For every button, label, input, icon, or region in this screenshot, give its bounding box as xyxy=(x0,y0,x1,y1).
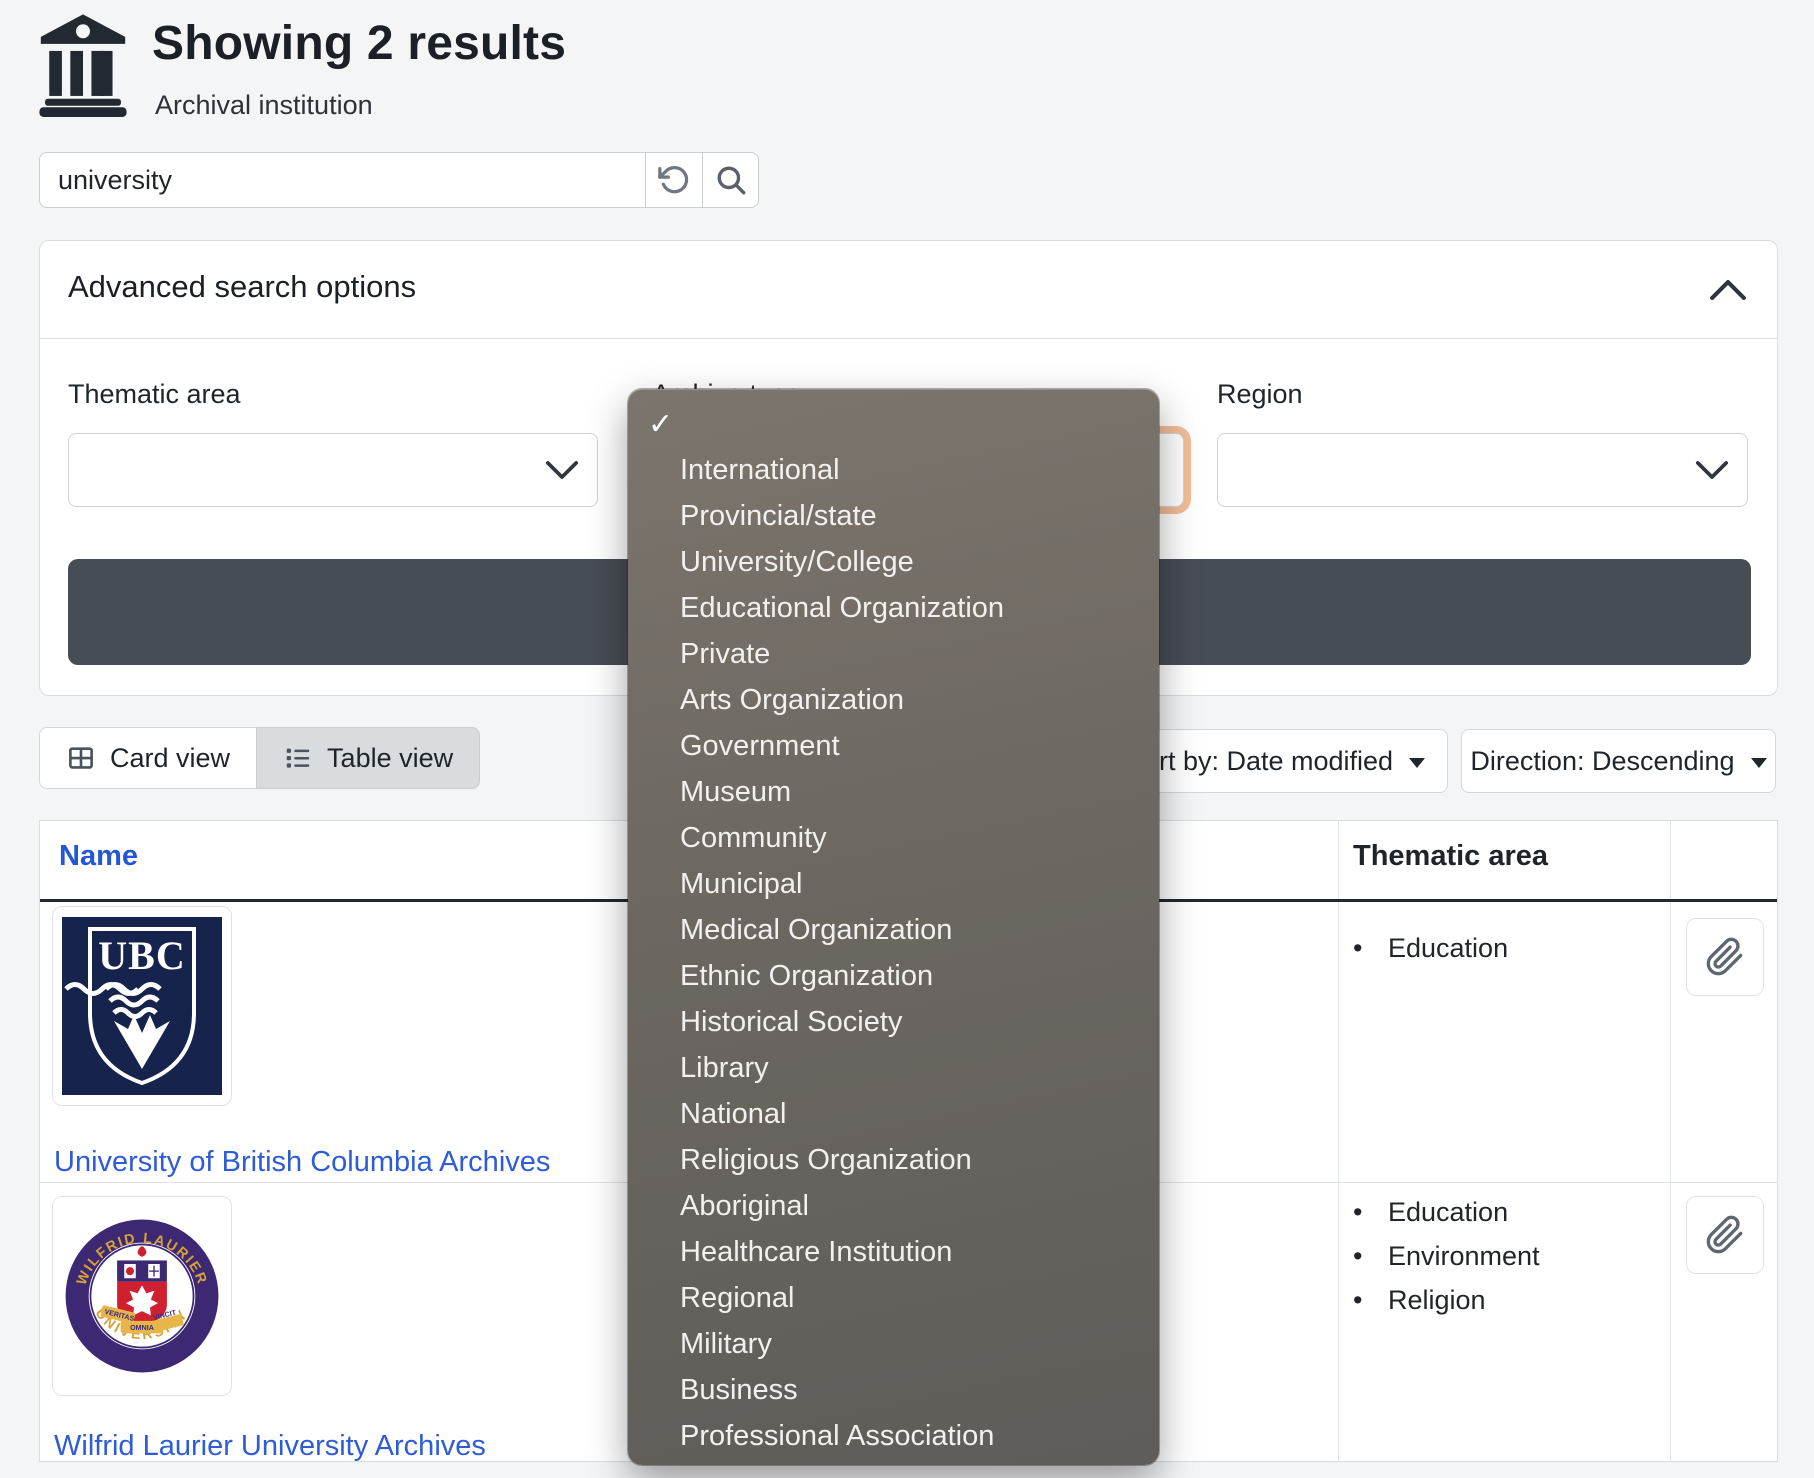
thematic-area-value: Education xyxy=(1388,1197,1508,1228)
thematic-area-value: Education xyxy=(1388,933,1508,964)
archive-type-dropdown-menu: ✓ International Provincial/state Univers… xyxy=(628,389,1159,1465)
chevron-up-icon xyxy=(1709,278,1741,302)
dropdown-option[interactable]: Community xyxy=(628,815,1159,861)
dropdown-option[interactable]: Military xyxy=(628,1321,1159,1367)
thematic-area-item: • Education xyxy=(1353,1194,1508,1230)
thematic-area-value: Environment xyxy=(1388,1241,1540,1272)
column-divider xyxy=(1338,821,1339,1461)
sort-by-label: Sort by: Date modified xyxy=(1126,746,1393,777)
region-select[interactable] xyxy=(1217,433,1748,507)
result-link[interactable]: Wilfrid Laurier University Archives xyxy=(54,1430,486,1463)
thematic-area-select[interactable] xyxy=(68,433,598,507)
bullet: • xyxy=(1353,1285,1388,1316)
chevron-down-icon xyxy=(1695,457,1729,483)
thematic-area-item: • Education xyxy=(1353,930,1508,966)
dropdown-option[interactable]: Private xyxy=(628,631,1159,677)
advanced-search-header: Advanced search options xyxy=(40,241,1777,339)
thematic-area-column-header: Thematic area xyxy=(1353,840,1548,873)
dropdown-option[interactable]: Religious Organization xyxy=(628,1137,1159,1183)
dropdown-option[interactable]: Regional xyxy=(628,1275,1159,1321)
search-input[interactable] xyxy=(39,152,645,208)
thematic-area-label: Thematic area xyxy=(68,379,241,410)
thematic-area-value: Religion xyxy=(1388,1285,1486,1316)
table-view-button[interactable]: Table view xyxy=(256,727,480,789)
dropdown-option[interactable]: University/College xyxy=(628,539,1159,585)
table-view-label: Table view xyxy=(327,743,453,774)
undo-icon xyxy=(657,163,691,197)
dropdown-option[interactable]: National xyxy=(628,1091,1159,1137)
dropdown-option[interactable]: Professional Association xyxy=(628,1413,1159,1459)
region-label: Region xyxy=(1217,379,1303,410)
dropdown-option[interactable]: Educational Organization xyxy=(628,585,1159,631)
dropdown-option[interactable]: Government xyxy=(628,723,1159,769)
column-divider xyxy=(1670,821,1671,1461)
wlu-motto-center: OMNIA xyxy=(130,1324,154,1332)
dropdown-option[interactable]: International xyxy=(628,447,1159,493)
dropdown-option-selected-blank[interactable]: ✓ xyxy=(628,401,1159,447)
wlu-logo[interactable]: WILFRID LAURIER UNIVERSITY VERITAS OMNIA… xyxy=(52,1196,232,1396)
dropdown-option[interactable]: Healthcare Institution xyxy=(628,1229,1159,1275)
dropdown-option[interactable]: Historical Society xyxy=(628,999,1159,1045)
page-subtitle: Archival institution xyxy=(155,90,373,121)
view-toggle: Card view Table view xyxy=(39,727,480,789)
institution-bank-icon xyxy=(38,12,128,118)
dropdown-option[interactable]: Library xyxy=(628,1045,1159,1091)
page-title: Showing 2 results xyxy=(152,16,566,71)
card-view-label: Card view xyxy=(110,743,230,774)
dropdown-option[interactable]: Aboriginal xyxy=(628,1183,1159,1229)
paperclip-icon xyxy=(1705,937,1745,977)
sort-direction-button[interactable]: Direction: Descending xyxy=(1461,729,1776,793)
paperclip-icon xyxy=(1705,1215,1745,1255)
checkmark-icon: ✓ xyxy=(628,407,673,442)
paperclip-button[interactable] xyxy=(1686,1196,1764,1274)
advanced-search-title: Advanced search options xyxy=(68,269,416,305)
bullet: • xyxy=(1353,933,1388,964)
dropdown-option[interactable]: Municipal xyxy=(628,861,1159,907)
search-submit-icon-button[interactable] xyxy=(702,152,759,208)
dropdown-option[interactable]: Museum xyxy=(628,769,1159,815)
ubc-logo-text: UBC xyxy=(98,933,185,978)
name-column-header[interactable]: Name xyxy=(59,840,138,873)
card-view-button[interactable]: Card view xyxy=(39,727,256,789)
bullet: • xyxy=(1353,1197,1388,1228)
result-link[interactable]: University of British Columbia Archives xyxy=(54,1146,550,1179)
search-icon xyxy=(714,163,748,197)
thematic-area-item: • Environment xyxy=(1353,1238,1540,1274)
caret-down-icon xyxy=(1751,758,1767,768)
collapse-panel-button[interactable] xyxy=(1703,273,1747,307)
chevron-down-icon xyxy=(545,457,579,483)
ubc-logo[interactable]: UBC xyxy=(52,906,232,1106)
dropdown-option[interactable]: Arts Organization xyxy=(628,677,1159,723)
dropdown-option[interactable]: Provincial/state xyxy=(628,493,1159,539)
paperclip-button[interactable] xyxy=(1686,918,1764,996)
grid-icon xyxy=(66,743,96,773)
dropdown-option[interactable]: Business xyxy=(628,1367,1159,1413)
caret-down-icon xyxy=(1409,758,1425,768)
search-bar xyxy=(39,152,759,208)
dropdown-option[interactable]: Ethnic Organization xyxy=(628,953,1159,999)
direction-label: Direction: Descending xyxy=(1470,746,1734,777)
reset-search-button[interactable] xyxy=(645,152,702,208)
thematic-area-item: • Religion xyxy=(1353,1282,1486,1318)
dropdown-option[interactable]: Medical Organization xyxy=(628,907,1159,953)
list-icon xyxy=(283,743,313,773)
bullet: • xyxy=(1353,1241,1388,1272)
